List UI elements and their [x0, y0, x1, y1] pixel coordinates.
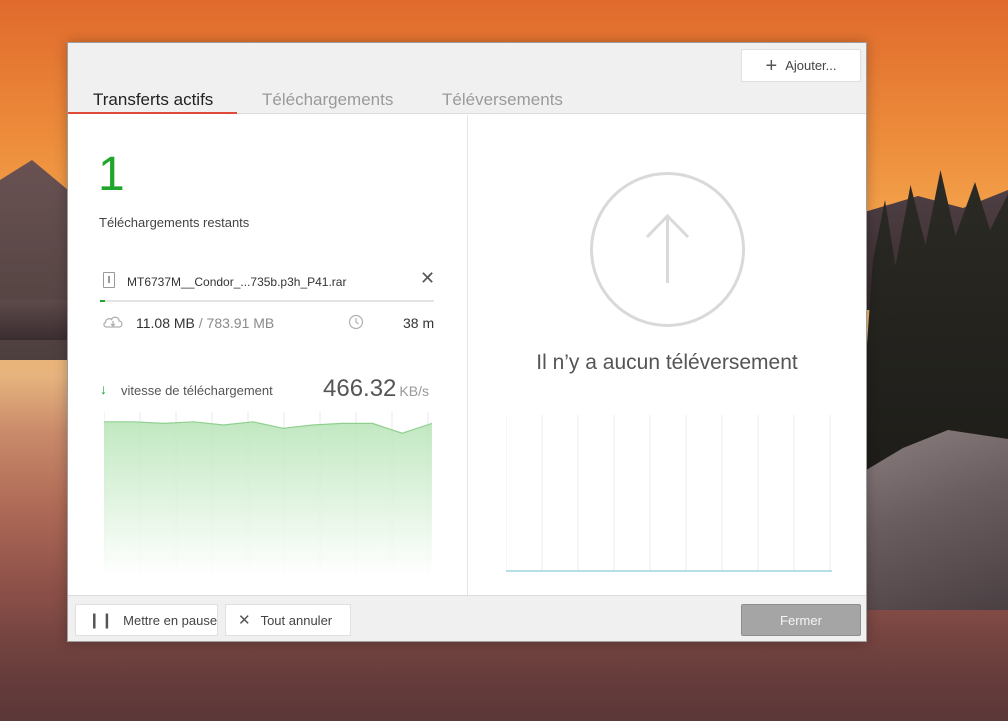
time-remaining: 38 m	[403, 315, 435, 331]
speed-unit: KB/s	[399, 383, 429, 399]
plus-icon: +	[765, 54, 778, 77]
active-tab-indicator	[68, 112, 237, 114]
file-icon	[103, 272, 115, 288]
cancel-all-button-label: Tout annuler	[260, 612, 333, 628]
total-size: / 783.91 MB	[194, 315, 275, 331]
wallpaper-shore-left	[0, 300, 75, 340]
pause-button-label: Mettre en pause	[123, 612, 218, 628]
remaining-downloads-label: Téléchargements restants	[99, 215, 250, 230]
window-footer: ❙❙ Mettre en pause ✕ Tout annuler Fermer	[68, 595, 866, 641]
no-uploads-message: Il n’y a aucun téléversement	[536, 351, 798, 374]
pause-button[interactable]: ❙❙ Mettre en pause	[75, 604, 218, 636]
close-button-label: Fermer	[780, 612, 822, 628]
download-speed-value: 466.32 KB/s	[323, 375, 429, 403]
remove-download-icon[interactable]: ✕	[420, 269, 435, 287]
clock-icon	[348, 314, 364, 330]
transfers-window: + Ajouter... Transferts actifs Télécharg…	[67, 42, 867, 642]
downloaded-size: 11.08 MB	[136, 315, 195, 331]
arrow-down-icon: ↓	[100, 381, 107, 397]
close-icon: ✕	[238, 612, 251, 629]
remaining-downloads-count: 1	[98, 148, 125, 201]
download-speed-graph	[104, 412, 432, 575]
tab-downloads[interactable]: Téléchargements	[262, 87, 393, 114]
download-size: 11.08 MB / 783.91 MB	[136, 315, 274, 331]
cancel-all-button[interactable]: ✕ Tout annuler	[225, 604, 351, 636]
download-file-name: MT6737M__Condor_...735b.p3h_P41.rar	[127, 275, 347, 289]
window-header: + Ajouter... Transferts actifs Télécharg…	[68, 43, 866, 114]
download-progress-bar	[100, 300, 434, 302]
speed-area	[104, 421, 432, 575]
tab-bar: Transferts actifs Téléchargements Téléve…	[68, 87, 668, 114]
close-button[interactable]: Fermer	[741, 604, 861, 636]
upload-arrow-icon	[590, 172, 745, 327]
speed-number: 466.32	[323, 375, 397, 402]
add-button[interactable]: + Ajouter...	[741, 49, 861, 82]
downloads-pane: 1 Téléchargements restants MT6737M__Cond…	[68, 115, 467, 595]
download-progress-fill	[100, 300, 105, 302]
tab-active-transfers[interactable]: Transferts actifs	[93, 87, 213, 114]
cloud-download-icon	[103, 316, 123, 328]
add-button-label: Ajouter...	[785, 58, 837, 73]
tab-uploads[interactable]: Téléversements	[442, 87, 563, 114]
download-speed-label: vitesse de téléchargement	[121, 383, 273, 398]
pause-icon: ❙❙	[88, 612, 114, 629]
upload-speed-graph	[506, 415, 832, 572]
uploads-pane: Il n’y a aucun téléversement	[468, 115, 866, 595]
